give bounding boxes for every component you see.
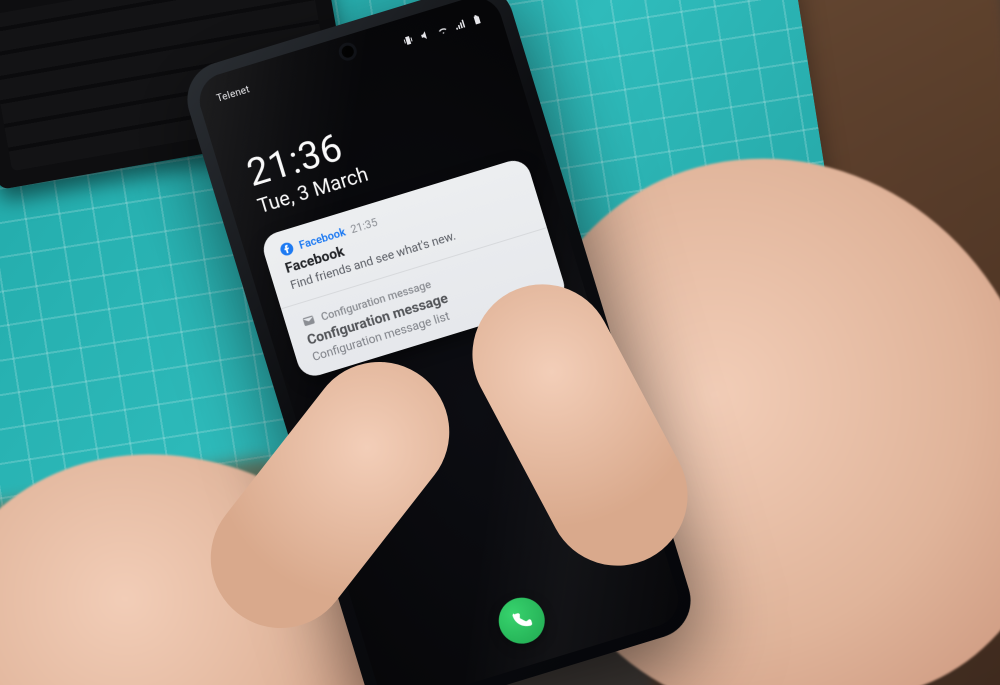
status-icons — [401, 12, 485, 48]
wifi-icon — [435, 22, 450, 37]
phone-icon — [508, 607, 535, 634]
carrier-label: Telenet — [215, 84, 251, 104]
phone-app-button[interactable] — [493, 592, 550, 649]
clock-block: 21:36 Tue, 3 March — [243, 123, 371, 218]
battery-icon — [470, 12, 485, 27]
message-icon — [300, 312, 317, 329]
dock — [493, 592, 550, 649]
vibrate-icon — [401, 33, 416, 48]
signal-icon — [452, 17, 467, 32]
facebook-icon — [278, 240, 295, 257]
scene: Telenet 21:36 Tue, 3 March — [0, 0, 1000, 685]
volume-icon — [418, 28, 433, 43]
